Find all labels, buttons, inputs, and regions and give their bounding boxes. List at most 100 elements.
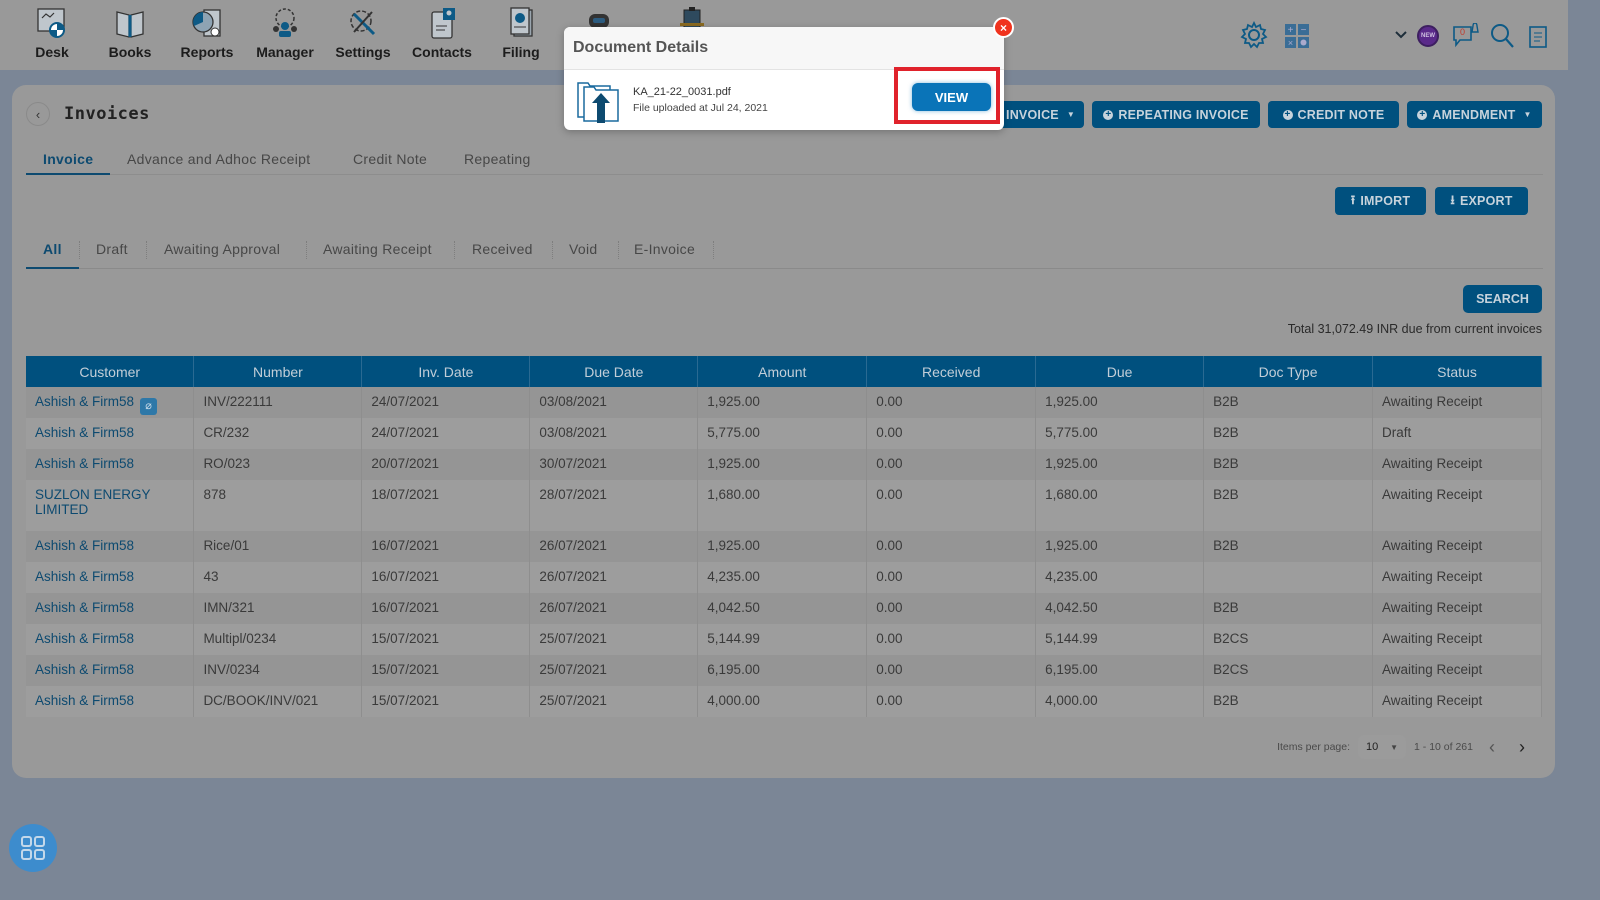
cell-inv-date: 24/07/2021: [361, 418, 531, 449]
nav-item-reports[interactable]: Reports: [172, 6, 242, 60]
customer-link[interactable]: Ashish & Firm58: [35, 662, 134, 677]
cell-number: Rice/01: [193, 531, 363, 562]
clipboard-icon[interactable]: [1527, 24, 1549, 48]
search-button[interactable]: SEARCH: [1463, 285, 1542, 313]
customer-link[interactable]: SUZLON ENERGY LIMITED: [35, 487, 150, 517]
customer-link[interactable]: Ashish & Firm58: [35, 631, 134, 646]
active-status-indicator: [26, 267, 79, 269]
apps-menu-button[interactable]: [9, 824, 57, 872]
tab-credit-note[interactable]: Credit Note: [353, 151, 427, 167]
gear-icon[interactable]: [1239, 20, 1269, 50]
invoices-card: ‹ Invoices INVOICE ▼ + REPEATING INVOICE +…: [12, 85, 1555, 778]
table-row[interactable]: Ashish & Firm58 DC/BOOK/INV/021 15/07/2021…: [26, 686, 1542, 717]
status-tab-draft[interactable]: Draft: [96, 241, 128, 257]
calculator-icon[interactable]: + −×: [1282, 20, 1312, 50]
table-row[interactable]: Ashish & Firm58 Multipl/0234 15/07/2021 25/…: [26, 624, 1542, 655]
table-row[interactable]: Ashish & Firm58 Rice/01 16/07/2021 26/07/20…: [26, 531, 1542, 562]
button-label: IMPORT: [1360, 194, 1411, 208]
customer-link[interactable]: Ashish & Firm58: [35, 456, 134, 471]
nav-item-manager[interactable]: Manager: [250, 6, 320, 60]
table-row[interactable]: SUZLON ENERGY LIMITED 878 18/07/2021 28/07/…: [26, 480, 1542, 531]
status-tab-received[interactable]: Received: [472, 241, 533, 257]
status-tab-awaiting-approval[interactable]: Awaiting Approval: [164, 241, 280, 257]
cell-customer[interactable]: Ashish & Firm58: [26, 562, 195, 593]
cell-customer[interactable]: Ashish & Firm58: [26, 593, 195, 624]
column-header-status[interactable]: Status: [1372, 356, 1542, 387]
cell-customer[interactable]: Ashish & Firm58: [26, 531, 195, 562]
nav-item-contacts[interactable]: Contacts: [407, 6, 477, 60]
table-row[interactable]: Ashish & Firm58 INV/0234 15/07/2021 25/07/2…: [26, 655, 1542, 686]
nav-item-desk[interactable]: Desk: [17, 6, 87, 60]
column-header-doc-type[interactable]: Doc Type: [1203, 356, 1373, 387]
customer-link[interactable]: Ashish & Firm58: [35, 538, 134, 553]
customer-link[interactable]: Ashish & Firm58: [35, 600, 134, 615]
amendment-button[interactable]: + AMENDMENT ▼: [1407, 101, 1542, 128]
table-row[interactable]: Ashish & Firm58 ⌀ INV/222111 24/07/2021 03/0…: [26, 387, 1542, 418]
nav-label: Filing: [502, 44, 540, 60]
cell-amount: 1,925.00: [697, 531, 868, 562]
notification-icon[interactable]: 0: [1451, 23, 1481, 49]
tab-repeating[interactable]: Repeating: [464, 151, 531, 167]
cell-customer[interactable]: Ashish & Firm58 ⌀: [26, 387, 195, 418]
tab-advance-adhoc-receipt[interactable]: Advance and Adhoc Receipt: [127, 151, 310, 167]
customer-link[interactable]: Ashish & Firm58: [35, 693, 134, 708]
nav-label: Contacts: [412, 44, 472, 60]
status-tab-e-invoice[interactable]: E-Invoice: [634, 241, 695, 257]
contacts-icon: [431, 8, 455, 39]
new-badge-icon[interactable]: NEW: [1417, 25, 1439, 47]
previous-page-button[interactable]: ‹: [1481, 737, 1503, 758]
cell-received: 0.00: [866, 624, 1037, 655]
credit-note-button[interactable]: + CREDIT NOTE: [1268, 101, 1399, 128]
table-row[interactable]: Ashish & Firm58 IMN/321 16/07/2021 26/07/20…: [26, 593, 1542, 624]
new-invoice-button[interactable]: INVOICE ▼: [997, 101, 1084, 128]
column-header-received[interactable]: Received: [866, 356, 1037, 387]
chevron-down-icon[interactable]: [1394, 29, 1408, 41]
cell-customer[interactable]: Ashish & Firm58: [26, 655, 195, 686]
repeating-invoice-button[interactable]: + REPEATING INVOICE: [1092, 101, 1260, 128]
customer-link[interactable]: Ashish & Firm58: [35, 425, 134, 440]
cell-customer[interactable]: Ashish & Firm58: [26, 449, 195, 480]
column-header-inv-date[interactable]: Inv. Date: [361, 356, 531, 387]
column-header-due[interactable]: Due: [1035, 356, 1205, 387]
cell-amount: 4,235.00: [697, 562, 868, 593]
cell-received: 0.00: [866, 387, 1037, 418]
items-per-page-select[interactable]: 10 ▼: [1358, 735, 1407, 759]
tab-invoice[interactable]: Invoice: [43, 151, 93, 167]
customer-link[interactable]: Ashish & Firm58: [35, 394, 134, 409]
status-tab-awaiting-receipt[interactable]: Awaiting Receipt: [323, 241, 432, 257]
table-row[interactable]: Ashish & Firm58 CR/232 24/07/2021 03/08/202…: [26, 418, 1542, 449]
invoice-type-tabs: Invoice Advance and Adhoc Receipt Credit…: [26, 147, 1543, 175]
back-button[interactable]: ‹: [26, 102, 50, 126]
cell-customer[interactable]: Ashish & Firm58: [26, 624, 195, 655]
status-tab-all[interactable]: All: [43, 241, 62, 257]
cell-inv-date: 15/07/2021: [361, 686, 531, 717]
column-header-due-date[interactable]: Due Date: [529, 356, 699, 387]
cell-status: Awaiting Receipt: [1372, 387, 1542, 418]
view-button[interactable]: VIEW: [912, 83, 991, 111]
cell-status: Awaiting Receipt: [1372, 480, 1542, 531]
search-icon[interactable]: [1489, 22, 1515, 50]
column-header-amount[interactable]: Amount: [697, 356, 868, 387]
nav-item-filing[interactable]: Filing: [486, 6, 556, 60]
next-page-button[interactable]: ›: [1511, 737, 1533, 758]
export-button[interactable]: ⭳ EXPORT: [1435, 187, 1528, 215]
status-tab-void[interactable]: Void: [569, 241, 597, 257]
caret-down-icon: ▼: [1390, 742, 1399, 752]
cell-customer[interactable]: Ashish & Firm58: [26, 418, 195, 449]
cell-customer[interactable]: SUZLON ENERGY LIMITED: [26, 480, 195, 531]
table-row[interactable]: Ashish & Firm58 43 16/07/2021 26/07/2021 4,2…: [26, 562, 1542, 593]
column-header-number[interactable]: Number: [193, 356, 363, 387]
close-button[interactable]: ×: [993, 17, 1014, 38]
table-row[interactable]: Ashish & Firm58 RO/023 20/07/2021 30/07/202…: [26, 449, 1542, 480]
nav-item-books[interactable]: Books: [95, 6, 165, 60]
import-button[interactable]: ⭱ IMPORT: [1335, 187, 1426, 215]
clipboard-board-icon[interactable]: [677, 6, 707, 28]
cell-customer[interactable]: Ashish & Firm58: [26, 686, 195, 717]
attachment-icon[interactable]: ⌀: [140, 398, 158, 415]
nav-item-settings[interactable]: Settings: [328, 6, 398, 60]
customer-link[interactable]: Ashish & Firm58: [35, 569, 134, 584]
cell-number: INV/0234: [193, 655, 363, 686]
cell-number: INV/222111: [193, 387, 363, 418]
total-due-summary: Total 31,072.49 INR due from current inv…: [1287, 322, 1542, 336]
column-header-customer[interactable]: Customer: [26, 356, 195, 387]
